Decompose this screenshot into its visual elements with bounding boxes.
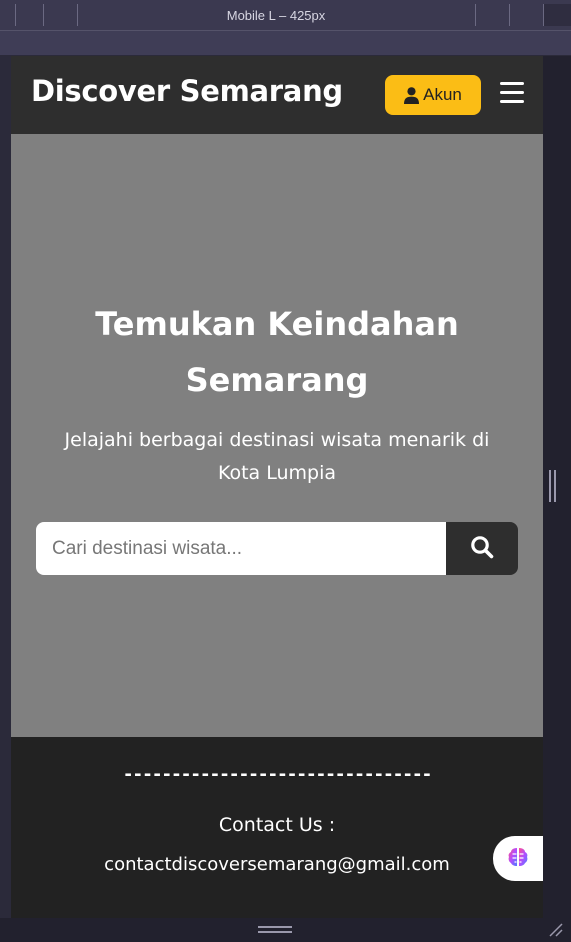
- footer-divider: --------------------------------: [122, 764, 433, 785]
- navbar: Discover Semarang Akun: [11, 56, 543, 134]
- floating-widget-button[interactable]: [493, 836, 543, 881]
- search-bar: [36, 522, 518, 575]
- search-button[interactable]: [446, 522, 518, 575]
- devtools-subbar: [0, 31, 571, 55]
- device-size-label: Mobile L – 425px: [226, 8, 326, 23]
- devtools-device-toolbar: Mobile L – 425px: [0, 0, 571, 31]
- hero-title: Temukan Keindahan Semarang: [95, 305, 459, 399]
- search-input[interactable]: [36, 522, 446, 575]
- brand-title[interactable]: Discover Semarang: [31, 74, 343, 108]
- contact-title: Contact Us :: [218, 814, 336, 836]
- hero-section: Temukan Keindahan Semarang Jelajahi berb…: [11, 134, 543, 737]
- hamburger-menu-icon[interactable]: [500, 82, 524, 104]
- account-button[interactable]: Akun: [385, 75, 481, 115]
- right-resize-gutter: [543, 56, 571, 942]
- hero-subtitle: Jelajahi berbagai destinasi wisata menar…: [64, 429, 490, 484]
- footer: -------------------------------- Contact…: [11, 737, 543, 918]
- bottom-resize-handle[interactable]: [258, 926, 292, 934]
- user-icon: [404, 86, 420, 104]
- toolbar-end-segment[interactable]: [543, 4, 571, 26]
- right-resize-handle[interactable]: [549, 470, 557, 504]
- emulated-viewport: Discover Semarang Akun Temukan Keindahan…: [11, 56, 543, 918]
- contact-email[interactable]: contactdiscoversemarang@gmail.com: [11, 854, 543, 875]
- search-icon: [470, 535, 494, 563]
- brain-icon: [506, 845, 530, 873]
- corner-resize-handle[interactable]: [549, 922, 563, 937]
- account-button-label: Akun: [423, 85, 462, 104]
